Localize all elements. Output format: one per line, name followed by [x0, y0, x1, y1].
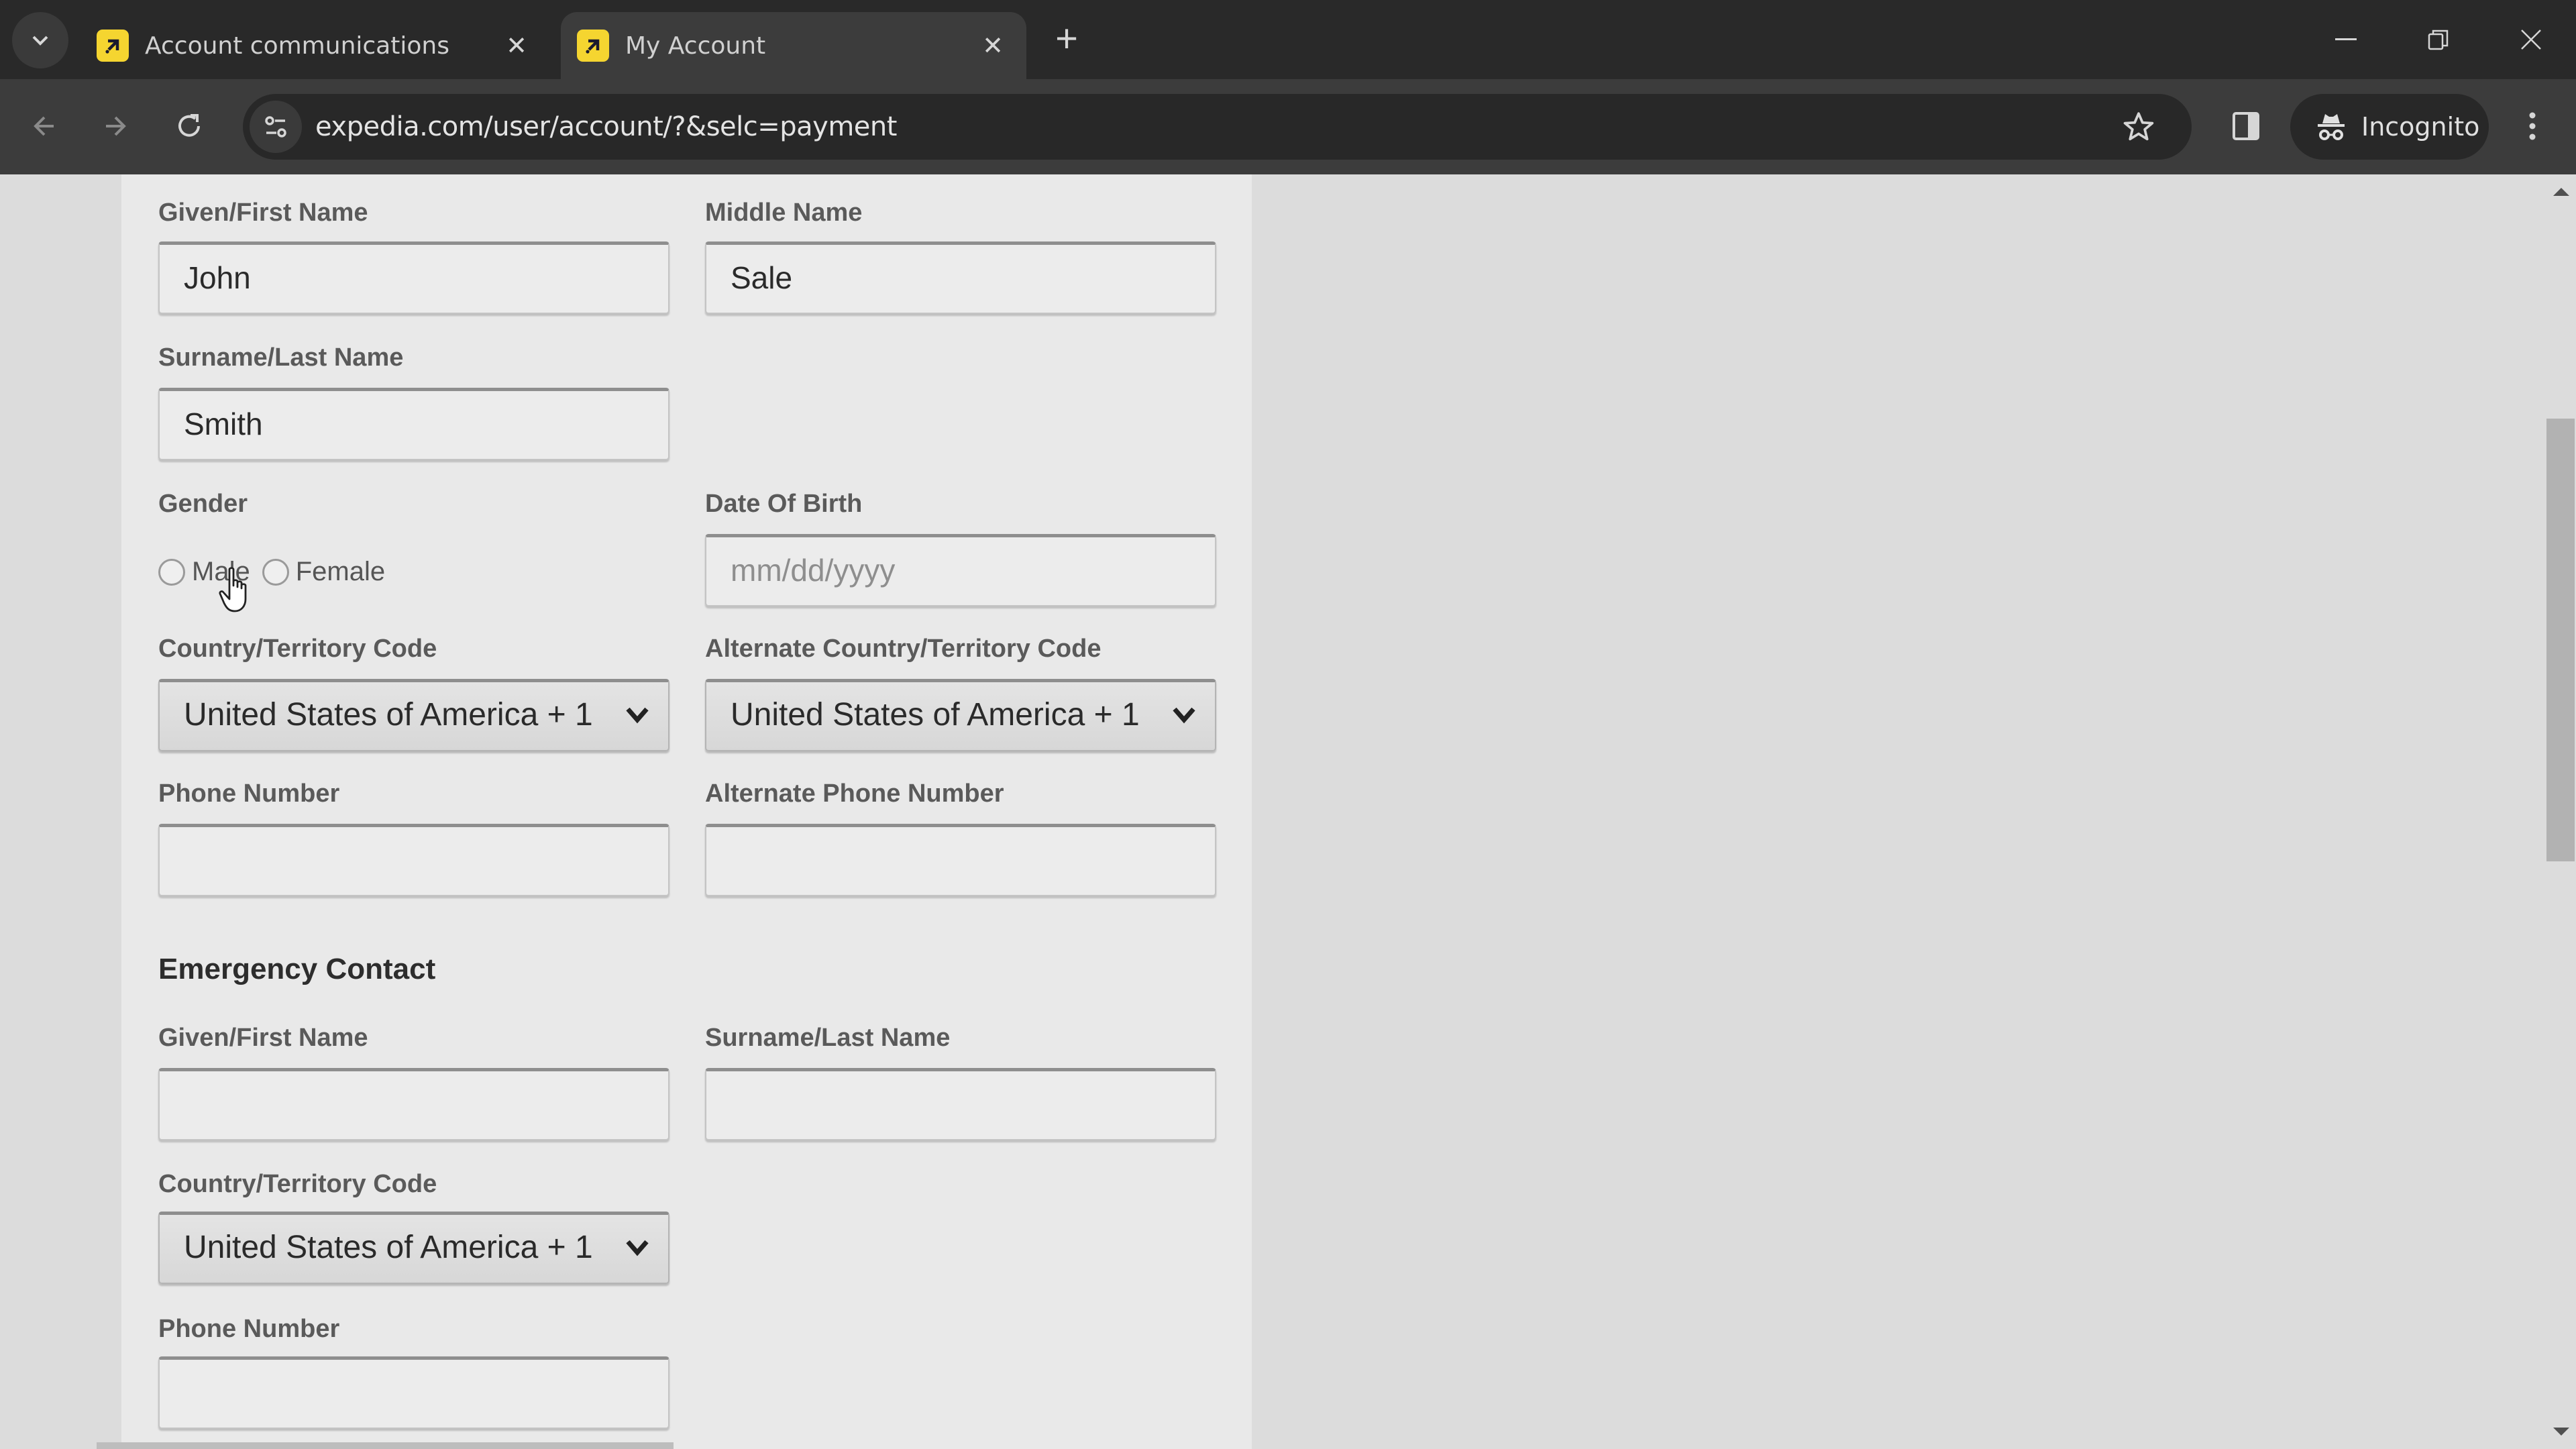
middle-name-label: Middle Name [705, 199, 863, 227]
scrollbar-thumb[interactable] [2546, 419, 2575, 861]
alt-phone-input[interactable] [705, 824, 1216, 896]
country-code-select[interactable]: United States of America + 1 [158, 679, 669, 751]
emergency-country-code-value: United States of America + 1 [184, 1230, 593, 1265]
phone-label: Phone Number [158, 780, 340, 808]
emergency-contact-heading: Emergency Contact [158, 953, 436, 985]
emergency-given-name-input[interactable] [158, 1068, 669, 1140]
vertical-scrollbar[interactable] [2545, 174, 2576, 1449]
gender-female-label[interactable]: Female [296, 557, 385, 587]
chevron-down-icon [626, 707, 649, 724]
emergency-given-name-label: Given/First Name [158, 1024, 368, 1052]
gender-female-radio[interactable] [262, 558, 289, 586]
close-tab-icon[interactable]: ✕ [974, 31, 1012, 60]
restore-button[interactable] [2408, 16, 2469, 63]
alt-phone-label: Alternate Phone Number [705, 780, 1004, 808]
country-code-label: Country/Territory Code [158, 635, 437, 663]
close-window-button[interactable] [2501, 16, 2561, 63]
tab-title: Account communications [145, 32, 449, 60]
side-panel-button[interactable] [2220, 101, 2271, 152]
emergency-surname-input[interactable] [705, 1068, 1216, 1140]
browser-menu-button[interactable] [2509, 101, 2556, 152]
traveler-info-form: Given/First Name John Middle Name Sale S… [121, 174, 1252, 1449]
back-button[interactable] [17, 99, 71, 153]
tab-strip: Account communications ✕ My Account ✕ + [0, 0, 2576, 79]
country-code-value: United States of America + 1 [184, 697, 593, 733]
tab-search-button[interactable] [12, 12, 68, 68]
arrow-right-icon [106, 116, 126, 136]
alt-country-code-value: United States of America + 1 [731, 697, 1140, 733]
emergency-country-code-select[interactable]: United States of America + 1 [158, 1212, 669, 1284]
star-icon [2123, 112, 2154, 141]
dob-input[interactable]: mm/dd/yyyy [705, 534, 1216, 606]
emergency-surname-label: Surname/Last Name [705, 1024, 951, 1052]
close-icon [2521, 30, 2541, 50]
hand-pointer-cursor-icon [219, 567, 247, 612]
minimize-icon [2335, 38, 2357, 40]
emergency-phone-input[interactable] [158, 1356, 669, 1429]
bookmark-star-button[interactable] [2118, 106, 2159, 148]
surname-input[interactable]: Smith [158, 388, 669, 460]
expedia-logo-icon [97, 30, 129, 62]
reload-icon [178, 114, 200, 137]
side-panel-icon [2233, 112, 2259, 140]
chevron-down-icon [626, 1240, 649, 1256]
scroll-up-arrow-icon[interactable] [2553, 188, 2569, 196]
url-text[interactable]: expedia.com/user/account/?&selc=payment [315, 94, 897, 160]
emergency-country-code-label: Country/Territory Code [158, 1170, 437, 1198]
page-content: Given/First Name John Middle Name Sale S… [0, 174, 2576, 1449]
alt-country-code-label: Alternate Country/Territory Code [705, 635, 1102, 663]
middle-name-input[interactable]: Sale [705, 241, 1216, 314]
new-tab-button[interactable]: + [1046, 19, 1087, 60]
expedia-logo-icon [577, 30, 609, 62]
restore-icon [2428, 30, 2449, 50]
gender-radio-group: Male Female [158, 557, 397, 587]
tune-icon [265, 116, 286, 138]
surname-label: Surname/Last Name [158, 343, 404, 372]
browser-toolbar: expedia.com/user/account/?&selc=payment … [0, 79, 2576, 174]
emergency-phone-label: Phone Number [158, 1315, 340, 1343]
given-name-label: Given/First Name [158, 199, 368, 227]
incognito-badge[interactable]: Incognito [2290, 94, 2489, 160]
incognito-label: Incognito [2361, 112, 2480, 142]
reload-button[interactable] [162, 99, 216, 153]
tab-account-communications[interactable]: Account communications ✕ [80, 12, 550, 79]
phone-input[interactable] [158, 824, 669, 896]
address-bar[interactable]: expedia.com/user/account/?&selc=payment [243, 94, 2192, 160]
horizontal-scrollbar[interactable] [97, 1442, 674, 1449]
chevron-down-icon [32, 36, 48, 46]
dob-label: Date Of Birth [705, 490, 863, 518]
minimize-button[interactable] [2316, 16, 2376, 63]
chevron-down-icon [1173, 707, 1195, 724]
arrow-left-icon [34, 116, 54, 136]
tab-my-account[interactable]: My Account ✕ [561, 12, 1026, 79]
tab-title: My Account [625, 32, 766, 60]
site-info-button[interactable] [250, 101, 302, 153]
given-name-input[interactable]: John [158, 241, 669, 314]
alt-country-code-select[interactable]: United States of America + 1 [705, 679, 1216, 751]
gender-male-radio[interactable] [158, 558, 185, 586]
forward-button[interactable] [89, 99, 142, 153]
more-vertical-icon [2529, 112, 2536, 140]
scroll-down-arrow-icon[interactable] [2553, 1428, 2569, 1436]
incognito-icon [2316, 111, 2347, 142]
close-tab-icon[interactable]: ✕ [498, 31, 535, 60]
gender-label: Gender [158, 490, 248, 518]
